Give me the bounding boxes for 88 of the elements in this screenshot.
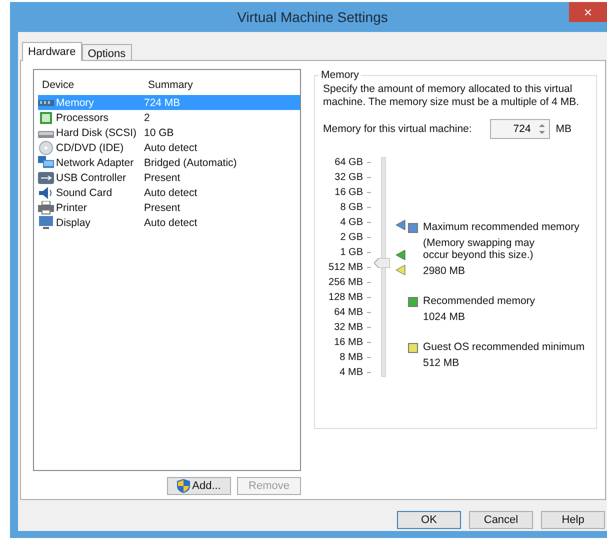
scale-label: 32 MB xyxy=(334,321,363,335)
scale-label: 4 GB xyxy=(340,216,363,230)
dialog-button[interactable]: Help xyxy=(541,511,605,529)
scale-label: 8 GB xyxy=(340,201,363,215)
tick-mark xyxy=(367,327,371,328)
device-summary: Auto detect xyxy=(144,186,198,198)
device-name: Sound Card xyxy=(56,186,112,198)
tick-mark xyxy=(367,342,371,343)
column-header: Device xyxy=(41,79,76,91)
tick-mark xyxy=(367,357,371,358)
legend-note: (Memory swapping may occur beyond this size.) xyxy=(423,237,536,261)
disc-icon xyxy=(38,140,54,154)
scale-label: 64 GB xyxy=(334,156,363,170)
scale-label: 2 GB xyxy=(340,231,363,245)
scale-label: 4 MB xyxy=(340,366,363,380)
usb-icon xyxy=(38,170,54,184)
device-summary: Present xyxy=(144,172,182,184)
tick-mark xyxy=(367,297,371,298)
scale-label: 128 MB xyxy=(328,291,363,305)
tick-mark xyxy=(367,282,371,283)
device-name: Memory xyxy=(56,96,94,108)
device-row[interactable]: Network Adapter Bridged (Automatic) xyxy=(38,155,300,170)
tab[interactable]: Hardware xyxy=(22,42,82,61)
spin-arrows-icon[interactable] xyxy=(536,121,547,137)
device-row[interactable]: CD/DVD (IDE) Auto detect xyxy=(38,140,300,155)
tick-mark xyxy=(367,312,371,313)
dialog-button[interactable]: Cancel xyxy=(469,511,533,529)
scale-label: 8 MB xyxy=(340,351,363,365)
device-name: Network Adapter xyxy=(56,156,134,168)
group-title: Memory xyxy=(320,69,360,81)
device-summary: Present xyxy=(144,202,182,214)
device-summary: Auto detect xyxy=(144,142,198,154)
device-row[interactable]: USB Controller Present xyxy=(38,170,300,185)
scale-label: 512 MB xyxy=(328,261,363,275)
close-button[interactable]: × xyxy=(569,2,607,22)
scale-label: 32 GB xyxy=(334,171,363,185)
tick-mark xyxy=(367,192,371,193)
device-summary: Bridged (Automatic) xyxy=(144,156,238,168)
device-name: USB Controller xyxy=(56,172,126,184)
legend-label: Recommended memory xyxy=(423,295,536,307)
device-row[interactable]: Printer Present xyxy=(38,200,300,215)
dialog-button[interactable]: OK xyxy=(397,511,461,529)
scale-label: 16 MB xyxy=(334,336,363,350)
device-name: CD/DVD (IDE) xyxy=(56,142,124,154)
slider-thumb[interactable] xyxy=(374,258,390,268)
tick-mark xyxy=(367,267,371,268)
processor-icon xyxy=(38,110,54,124)
tab[interactable]: Options xyxy=(82,44,132,61)
device-name: Printer xyxy=(56,202,87,214)
add-button[interactable]: Add... xyxy=(167,477,231,495)
scale-label: 16 GB xyxy=(334,186,363,200)
window-title: Virtual Machine Settings xyxy=(236,9,389,25)
legend-label: Guest OS recommended minimum xyxy=(423,341,585,353)
legend-value: 2980 MB xyxy=(423,265,466,277)
unit-label: MB xyxy=(556,123,572,135)
device-summary: 2 xyxy=(144,112,151,124)
monitor-icon xyxy=(38,216,54,230)
device-name: Processors xyxy=(56,112,109,124)
device-summary: 724 MB xyxy=(144,96,182,108)
network-monitor-icon xyxy=(38,156,54,170)
legend-value: 1024 MB xyxy=(423,311,466,323)
column-header: Summary xyxy=(147,79,194,91)
tick-mark xyxy=(367,252,371,253)
printer-icon xyxy=(38,200,54,214)
speaker-icon xyxy=(38,186,54,200)
shield-icon xyxy=(177,479,190,493)
tick-mark xyxy=(367,372,371,373)
tick-mark xyxy=(367,162,371,163)
tick-mark xyxy=(367,222,371,223)
device-row[interactable]: Processors 2 xyxy=(38,110,300,125)
scale-label: 64 MB xyxy=(334,306,363,320)
tick-mark xyxy=(367,207,371,208)
scale-label: 1 GB xyxy=(340,246,363,260)
device-name: Display xyxy=(56,216,90,228)
legend-label: Maximum recommended memory xyxy=(423,221,580,233)
field-label: Memory for this virtual machine: xyxy=(323,123,472,135)
memory-input[interactable]: 724 xyxy=(490,119,550,139)
device-name: Hard Disk (SCSI) xyxy=(56,126,137,138)
tick-mark xyxy=(367,177,371,178)
scale-label: 256 MB xyxy=(328,276,363,290)
device-summary: Auto detect xyxy=(144,216,198,228)
device-row[interactable]: Sound Card Auto detect xyxy=(38,185,300,200)
legend-value: 512 MB xyxy=(423,357,460,369)
device-summary: 10 GB xyxy=(144,126,175,138)
tick-mark xyxy=(367,237,371,238)
device-row[interactable]: Hard Disk (SCSI) 10 GB xyxy=(38,125,300,140)
device-row[interactable]: Display Auto detect xyxy=(38,215,300,230)
memory-description: Specify the amount of memory allocated to this virtual machine. The memory size must be a multiple of 4 MB. xyxy=(323,83,580,109)
